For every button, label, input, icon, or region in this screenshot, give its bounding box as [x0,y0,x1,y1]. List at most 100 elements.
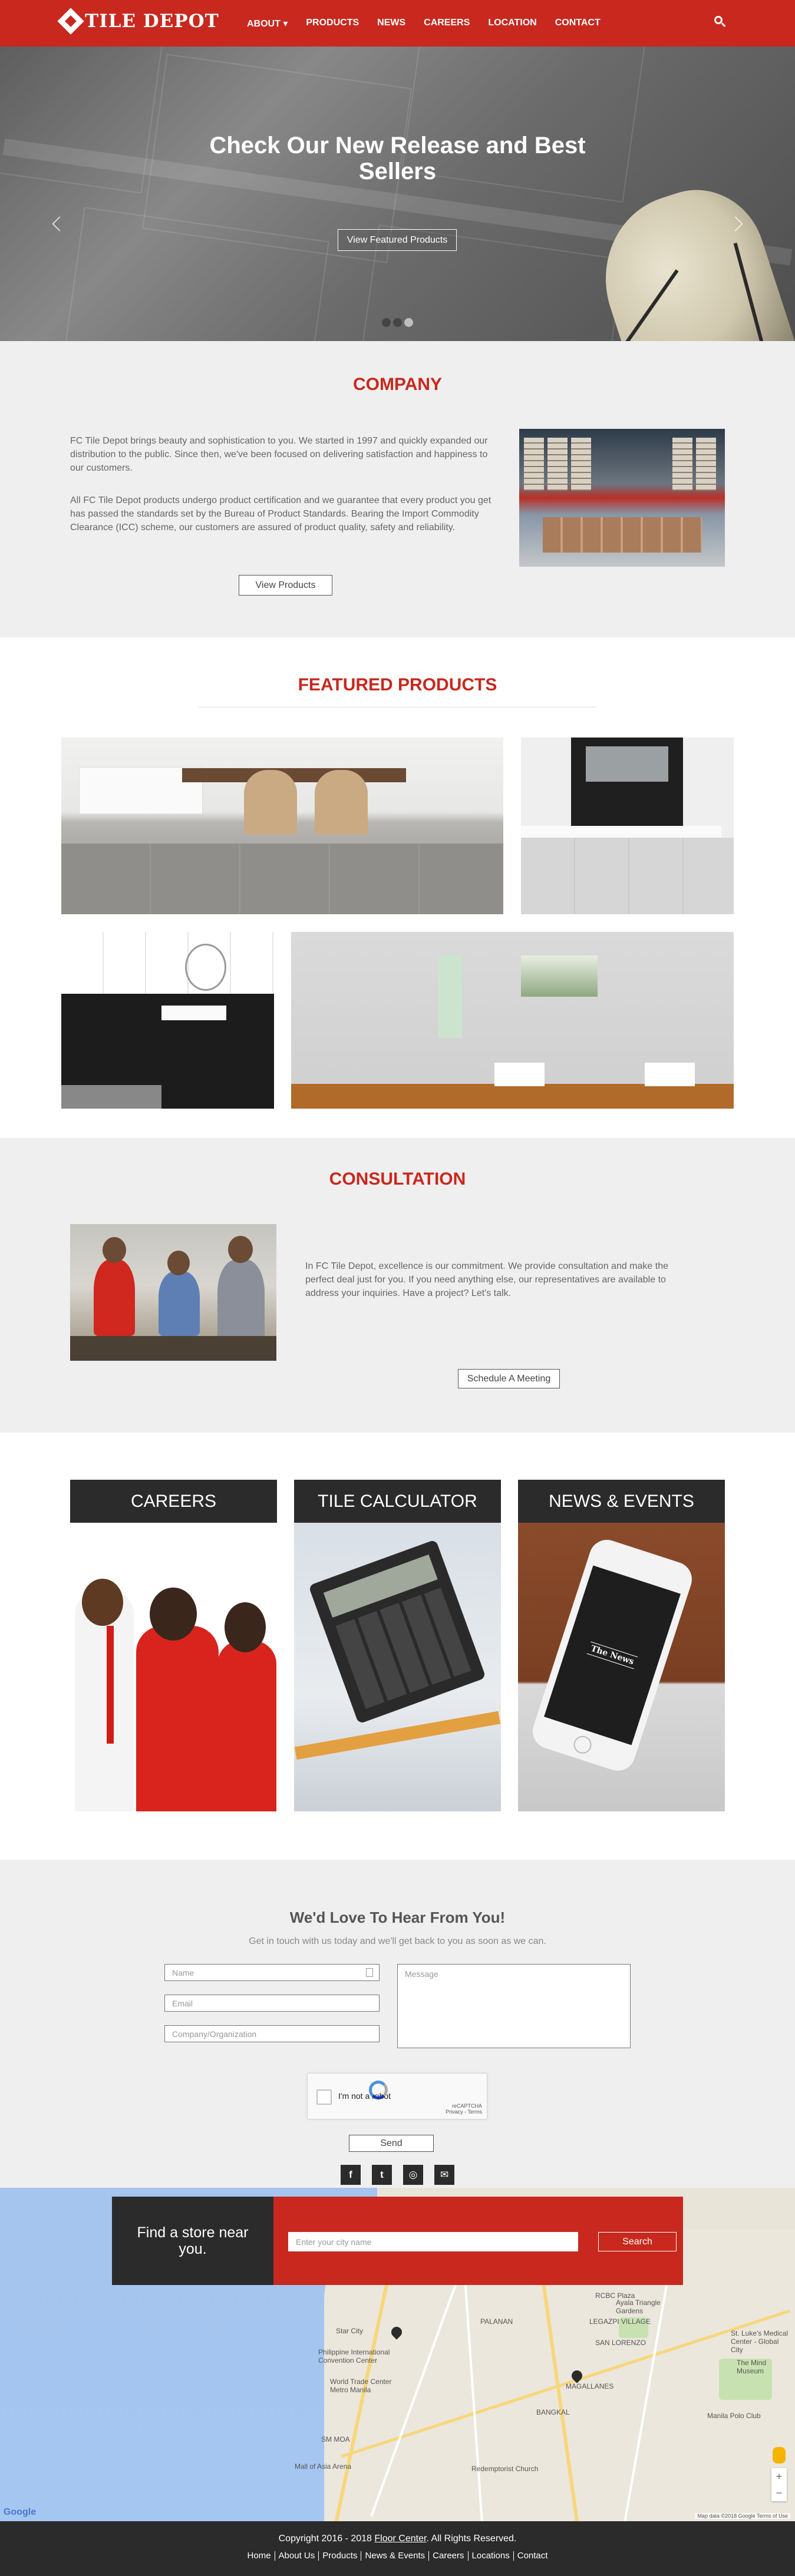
slide-dot-1[interactable] [382,318,391,327]
footer-link-products[interactable]: Products [319,2551,362,2561]
nav-careers[interactable]: CAREERS [424,18,470,29]
hero-title-line2: Sellers [358,158,437,184]
email-field[interactable]: Email [164,1995,380,2012]
view-featured-products-button[interactable]: View Featured Products [338,229,457,251]
recaptcha-widget: I'm not a robot reCAPTCHA Privacy - Term… [307,2073,487,2119]
footer-link-careers[interactable]: Careers [429,2551,469,2561]
map-label: Manila Polo Club [707,2412,761,2420]
map-label: LEGAZPI VILLAGE [589,2317,651,2326]
instagram-icon[interactable]: ◎ [403,2165,423,2185]
copyright-text: Copyright 2016 - 2018 [278,2534,375,2544]
wood-counter [291,1084,734,1109]
floor-center-link[interactable]: Floor Center [374,2534,426,2544]
featured-product-dining[interactable] [61,738,503,914]
zoom-out-icon[interactable]: − [776,2487,783,2499]
recaptcha-terms-link[interactable]: Privacy - Terms [446,2109,482,2115]
hero-title-line1: Check Our New Release and Best [209,133,586,158]
news-events-card-image: The News [518,1523,725,1811]
featured-product-vanity[interactable] [521,738,734,914]
tile-calculator-card-image [294,1523,501,1811]
hero-slider: Check Our New Release and Best Sellers V… [0,47,795,341]
featured-product-double-sink[interactable] [291,932,734,1109]
nav-about[interactable]: ABOUT ▾ [247,18,288,29]
facebook-icon[interactable]: f [341,2165,361,2185]
street-view-pegman-icon[interactable] [773,2447,786,2463]
person-red-blouse [136,1626,219,1811]
nav-contact[interactable]: CONTACT [555,18,601,29]
recaptcha-brand: reCAPTCHA Privacy - Terms [446,2103,482,2115]
person-head [82,1579,123,1626]
store-map[interactable]: PALANAN Star City Philippine Internation… [0,2188,795,2521]
logo[interactable]: TILE DEPOT [57,8,219,35]
company-title: COMPANY [352,375,443,394]
store-finder-heading: Find a store near you. [112,2197,273,2285]
contact-subheading: Get in touch with us today and we'll get… [249,1936,546,1946]
featured-product-sink[interactable] [61,932,274,1109]
person-grey-shirt [217,1259,265,1342]
basin [494,1063,545,1086]
floor [521,838,734,914]
contact-section: We'd Love To Hear From You! Get in touch… [0,1860,795,2188]
map-label: MAGALLANES [566,2382,614,2390]
twitter-icon[interactable]: t [372,2165,392,2185]
table [70,1336,276,1361]
pencil [294,1711,501,1760]
hero-title: Check Our New Release and Best Sellers [0,133,795,184]
footer-link-contact[interactable]: Contact [514,2551,552,2561]
white-wall-tiles [61,932,274,997]
mirror [586,746,668,782]
footer-link-about[interactable]: About Us [275,2551,319,2561]
nav-location[interactable]: LOCATION [488,18,536,29]
map-label: Star City [336,2327,364,2335]
schedule-meeting-button[interactable]: Schedule A Meeting [458,1369,560,1388]
name-field[interactable]: Name [164,1964,380,1981]
company-paragraph-1: FC Tile Depot brings beauty and sophisti… [70,436,488,473]
window [521,955,598,997]
city-search-input[interactable]: Enter your city name [288,2232,578,2251]
person-head [167,1251,190,1275]
news-events-card-title: NEWS & EVENTS [518,1480,725,1523]
slide-dot-2[interactable] [393,318,402,327]
store-search-button[interactable]: Search [598,2232,677,2251]
slide-dot-3[interactable] [404,318,413,327]
company-field[interactable]: Company/Organization [164,2025,380,2042]
showroom-rack [524,438,544,491]
recaptcha-checkbox[interactable] [316,2089,332,2105]
floor-tiles [61,844,503,914]
view-products-button[interactable]: View Products [239,575,332,596]
message-textarea[interactable]: Message [397,1964,631,2048]
map-terms[interactable]: Map data ©2018 Google Terms of Use [695,2513,790,2519]
nav-products[interactable]: PRODUCTS [306,18,359,29]
footer-link-locations[interactable]: Locations [469,2551,514,2561]
calculator [308,1539,486,1724]
phone-screen: The News [544,1565,681,1745]
map-label: PALANAN [480,2317,513,2326]
footer-link-news-events[interactable]: News & Events [361,2551,430,2561]
zoom-in-icon[interactable]: + [776,2471,783,2483]
recaptcha-brand-text: reCAPTCHA [451,2103,482,2109]
footer-link-home[interactable]: Home [244,2551,275,2561]
map-label: Mall of Asia Arena [295,2462,352,2471]
person-head [150,1588,197,1641]
logo-text: TILE DEPOT [85,11,219,32]
search-icon[interactable] [714,16,726,28]
email-icon[interactable]: ✉ [434,2165,454,2185]
vanity-counter [521,826,721,839]
sink-basin [161,1006,226,1020]
footer-links: Home About Us Products News & Events Car… [0,2551,795,2561]
map-label: Philippine International Convention Cent… [318,2348,390,2365]
news-events-card[interactable]: NEWS & EVENTS The News [518,1480,725,1811]
contact-heading: We'd Love To Hear From You! [289,1909,506,1926]
google-logo: Google [4,2507,37,2517]
person-red-shirt [94,1259,135,1336]
tile-calculator-card[interactable]: TILE CALCULATOR [294,1480,501,1811]
person-head [225,1602,266,1652]
nav-news[interactable]: NEWS [377,18,405,29]
smartphone: The News [528,1535,697,1775]
chair [244,770,297,835]
send-button[interactable]: Send [349,2135,434,2152]
careers-card[interactable]: CAREERS [70,1480,277,1811]
person-red-blouse [217,1641,276,1811]
top-navbar: TILE DEPOT ABOUT ▾ PRODUCTS NEWS CAREERS… [0,0,795,47]
prev-slide-arrow-icon[interactable] [52,216,67,232]
